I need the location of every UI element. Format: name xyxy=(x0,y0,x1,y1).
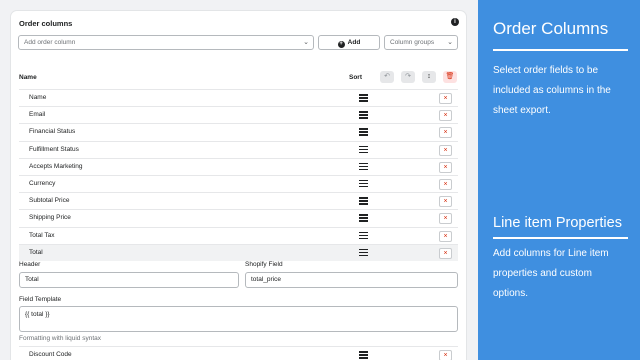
row-label: Discount Code xyxy=(29,351,72,358)
remove-icon[interactable]: × xyxy=(439,213,452,225)
drag-handle-icon[interactable] xyxy=(359,162,368,171)
row-label: Fulfillment Status xyxy=(29,145,79,153)
list-item[interactable]: Financial Status × xyxy=(19,123,458,140)
order-columns-list: Name × Email × Financial Status × Fulfil… xyxy=(19,89,458,261)
row-label: Currency xyxy=(29,179,56,187)
remove-icon[interactable]: × xyxy=(439,350,452,360)
plus-circle-icon: + xyxy=(337,41,345,48)
add-order-column-placeholder: Add order column xyxy=(24,39,76,46)
shopify-field-input[interactable]: total_price xyxy=(245,272,458,288)
list-item[interactable]: Accepts Marketing × xyxy=(19,157,458,175)
panel-text-line-item-properties: Add columns for Line item properties and… xyxy=(493,248,609,299)
undo-icon[interactable]: ↶ xyxy=(380,71,394,83)
header-label: Header xyxy=(19,261,41,268)
row-label: Accepts Marketing xyxy=(29,162,83,170)
redo-icon[interactable]: ↷ xyxy=(401,71,415,83)
template-help-text: Formatting with liquid syntax xyxy=(19,335,102,342)
feature-panel: Order Columns Select order fields to be … xyxy=(478,0,640,360)
column-header-name: Name xyxy=(19,74,37,81)
divider xyxy=(493,49,628,51)
add-order-column-select[interactable]: Add order column ⌄ xyxy=(18,35,314,50)
add-button[interactable]: + Add xyxy=(318,35,380,50)
remove-icon[interactable]: × xyxy=(439,110,452,122)
row-label: Total xyxy=(29,248,43,256)
divider xyxy=(493,237,628,239)
drag-handle-icon[interactable] xyxy=(359,214,368,222)
remove-icon[interactable]: × xyxy=(439,247,452,259)
info-icon[interactable]: i xyxy=(451,18,459,26)
list-item-selected[interactable]: Total × xyxy=(19,243,458,261)
list-item[interactable]: Discount Code × xyxy=(19,346,458,360)
chevron-down-icon: ⌄ xyxy=(447,39,453,46)
drag-handle-icon[interactable] xyxy=(359,145,368,154)
order-columns-card: Order columns i Add order column ⌄ + Add … xyxy=(11,11,466,360)
drag-handle-icon[interactable] xyxy=(359,351,368,359)
row-label: Shipping Price xyxy=(29,214,71,222)
list-item[interactable]: Email × xyxy=(19,106,458,123)
order-columns-list-continued: Discount Code × xyxy=(19,346,458,360)
field-template-label: Field Template xyxy=(19,296,62,303)
remove-icon[interactable]: × xyxy=(439,178,452,190)
drag-handle-icon[interactable] xyxy=(359,94,368,102)
row-label: Subtotal Price xyxy=(29,197,70,205)
list-item[interactable]: Fulfillment Status × xyxy=(19,140,458,158)
panel-text-order-columns: Select order fields to be included as co… xyxy=(493,65,611,116)
list-item[interactable]: Shipping Price × xyxy=(19,209,458,226)
drag-handle-icon[interactable] xyxy=(359,197,368,205)
drag-handle-icon[interactable] xyxy=(359,248,368,257)
column-header-sort: Sort xyxy=(349,74,362,81)
row-label: Email xyxy=(29,111,46,119)
remove-icon[interactable]: × xyxy=(439,127,452,139)
add-button-label: Add xyxy=(347,39,361,46)
sort-icon[interactable]: ↕ xyxy=(422,71,436,83)
drag-handle-icon[interactable] xyxy=(359,179,368,188)
remove-icon[interactable]: × xyxy=(439,144,452,156)
column-groups-placeholder: Column groups xyxy=(390,39,435,46)
remove-icon[interactable]: × xyxy=(439,161,452,173)
drag-handle-icon[interactable] xyxy=(359,128,368,136)
list-item[interactable]: Total Tax × xyxy=(19,226,458,244)
list-item[interactable]: Name × xyxy=(19,89,458,106)
delete-all-icon[interactable]: 🗑 xyxy=(443,71,457,83)
row-label: Total Tax xyxy=(29,231,55,239)
remove-icon[interactable]: × xyxy=(439,93,452,104)
header-input[interactable]: Total xyxy=(19,272,239,288)
drag-handle-icon[interactable] xyxy=(359,111,368,119)
panel-title-line-item-properties: Line item Properties xyxy=(493,215,622,231)
row-label: Name xyxy=(29,94,47,101)
shopify-field-label: Shopify Field xyxy=(245,261,283,268)
chevron-down-icon: ⌄ xyxy=(303,39,309,46)
drag-handle-icon[interactable] xyxy=(359,231,368,240)
card-title: Order columns xyxy=(19,19,73,28)
panel-title-order-columns: Order Columns xyxy=(493,19,609,38)
field-template-input[interactable]: {{ total }} xyxy=(19,306,458,332)
list-item[interactable]: Currency × xyxy=(19,174,458,192)
remove-icon[interactable]: × xyxy=(439,196,452,208)
remove-icon[interactable]: × xyxy=(439,230,452,242)
list-item[interactable]: Subtotal Price × xyxy=(19,192,458,209)
column-groups-select[interactable]: Column groups ⌄ xyxy=(384,35,458,50)
row-label: Financial Status xyxy=(29,128,76,136)
